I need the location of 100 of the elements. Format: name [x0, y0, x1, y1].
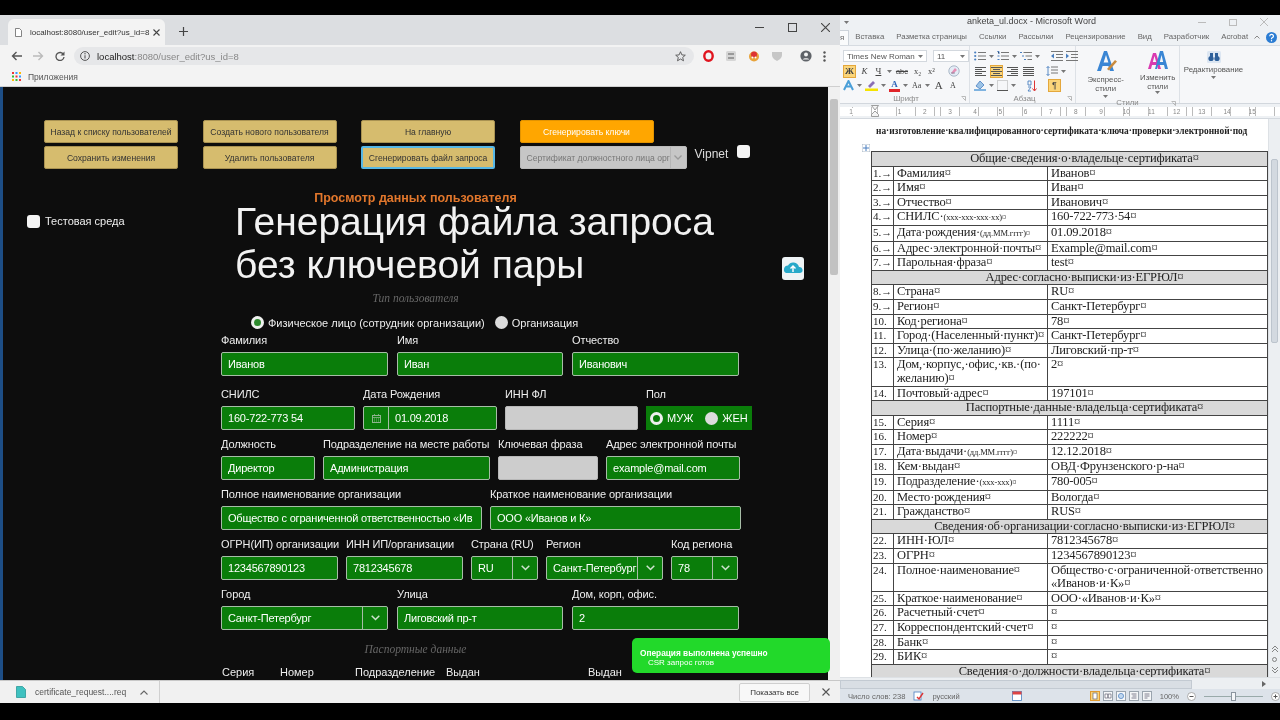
borders-icon[interactable] — [997, 80, 1008, 92]
superscript-button[interactable]: x² — [926, 64, 937, 78]
first-name-field[interactable]: Иван — [397, 352, 563, 376]
caret-up-icon[interactable] — [140, 689, 149, 695]
checkbox-icon[interactable] — [737, 145, 751, 158]
decrease-indent-icon[interactable] — [1051, 51, 1063, 62]
birth-date-field[interactable]: 01.09.2018 — [363, 406, 497, 430]
scrollbar-thumb[interactable] — [1271, 159, 1278, 343]
maximize-icon[interactable] — [788, 22, 797, 32]
radio-icon[interactable] — [494, 316, 508, 329]
country-select[interactable]: RU — [471, 556, 538, 580]
align-left-button[interactable] — [974, 64, 987, 78]
caret-down-icon[interactable] — [844, 20, 849, 24]
street-field[interactable]: Лиговский пр-т — [397, 606, 563, 630]
user-type-radio[interactable]: Физическое лицо (сотрудник организации) — [251, 316, 485, 329]
text-effects-icon[interactable] — [843, 80, 854, 92]
caret-down-icon[interactable] — [1011, 84, 1016, 88]
caret-down-icon[interactable] — [881, 84, 886, 88]
shading-icon[interactable] — [974, 80, 986, 92]
caret-down-icon[interactable] — [918, 54, 923, 58]
bold-button[interactable]: Ж — [843, 64, 856, 78]
action-button[interactable]: На главную — [361, 120, 495, 143]
action-button[interactable]: Назад к списку пользователей — [44, 120, 178, 143]
caret-down-icon[interactable] — [1155, 91, 1161, 94]
caret-down-icon[interactable] — [886, 69, 892, 73]
caret-down-icon[interactable] — [1061, 69, 1066, 73]
show-marks-button[interactable]: ¶ — [1048, 79, 1061, 93]
close-icon[interactable] — [153, 28, 160, 36]
reading-layout-icon[interactable] — [1102, 691, 1113, 701]
help-icon[interactable] — [1266, 31, 1278, 43]
caret-down-icon[interactable] — [1012, 54, 1017, 58]
radio-icon[interactable] — [251, 316, 264, 329]
region-code-select[interactable]: 78 — [671, 556, 738, 580]
info-icon[interactable] — [80, 51, 90, 61]
spelling-check-icon[interactable] — [913, 691, 925, 701]
caret-down-icon[interactable] — [903, 84, 908, 88]
font-color-button[interactable]: A — [889, 79, 900, 93]
browse-object-icon[interactable] — [1272, 657, 1277, 662]
department-field[interactable]: Администрация — [323, 456, 490, 480]
caret-down-icon[interactable] — [1211, 76, 1216, 79]
action-button[interactable]: Создать нового пользователя — [202, 120, 337, 143]
profile-icon[interactable] — [800, 50, 812, 62]
bullets-icon[interactable] — [974, 51, 986, 62]
caret-down-icon[interactable] — [857, 84, 862, 88]
caret-down-icon[interactable] — [960, 54, 965, 58]
star-icon[interactable] — [675, 50, 686, 62]
user-type-radio[interactable]: Организация — [494, 316, 579, 329]
cloud-icon[interactable] — [782, 257, 804, 280]
extension-icon[interactable] — [748, 50, 760, 62]
change-case-button[interactable]: Aa — [911, 79, 923, 93]
patronymic-field[interactable]: Иванович — [572, 352, 739, 376]
caret-up-icon[interactable] — [1254, 35, 1261, 39]
font-size-field[interactable]: 11 — [933, 50, 969, 63]
reload-icon[interactable] — [55, 51, 65, 61]
browse-up-icon[interactable] — [1271, 646, 1278, 652]
caret-down-icon[interactable] — [1035, 54, 1040, 58]
sort-icon[interactable] — [1027, 79, 1037, 92]
caret-down-icon[interactable] — [989, 54, 994, 58]
scrollbar[interactable] — [828, 87, 840, 680]
move-handle-icon[interactable] — [862, 144, 870, 152]
checkbox-icon[interactable] — [27, 214, 40, 228]
short-org-name-field[interactable]: ООО «Иванов и К» — [490, 506, 741, 530]
line-spacing-icon[interactable] — [1046, 66, 1058, 77]
eraser-icon[interactable] — [948, 65, 960, 78]
scrollbar[interactable] — [1268, 119, 1280, 677]
browser-tab[interactable]: localhost:8080/user_edit?us_id=8 — [8, 19, 165, 45]
ring-icon[interactable] — [703, 50, 714, 62]
radio-icon[interactable] — [650, 411, 663, 425]
close-icon[interactable] — [822, 688, 830, 696]
outline-view-icon[interactable] — [1128, 691, 1139, 701]
extension-icon[interactable] — [725, 50, 737, 62]
highlighter-icon[interactable] — [865, 80, 878, 92]
close-icon[interactable] — [821, 22, 830, 32]
scrollbar-thumb[interactable] — [830, 99, 838, 275]
bookmark-item[interactable]: Приложения — [12, 71, 78, 82]
shrink-font-button[interactable]: A — [947, 79, 959, 93]
ogrn-field[interactable]: 1234567890123 — [221, 556, 338, 580]
draft-view-icon[interactable] — [1141, 691, 1152, 701]
region-select[interactable]: Санкт-Петербург — [546, 556, 663, 580]
align-right-button[interactable] — [1006, 64, 1019, 78]
show-all-button[interactable]: Показать все — [739, 682, 810, 702]
numbering-icon[interactable] — [997, 51, 1009, 62]
browse-down-icon[interactable] — [1271, 667, 1278, 673]
web-layout-icon[interactable] — [1115, 691, 1126, 701]
action-button[interactable]: Сгенерировать файл запроса — [361, 146, 495, 169]
zoom-out-icon[interactable] — [1187, 691, 1197, 701]
slider-thumb[interactable] — [1231, 691, 1237, 701]
grow-font-button[interactable]: A — [933, 79, 945, 93]
zoom-in-icon[interactable] — [1271, 691, 1280, 701]
plus-icon[interactable] — [179, 27, 188, 36]
full-org-name-field[interactable]: Общество с ограниченной ответственностью «Ив — [221, 506, 482, 530]
italic-button[interactable]: К — [858, 64, 870, 78]
snils-field[interactable]: 160-722-773 54 — [221, 406, 355, 430]
vipnet-checkbox[interactable]: Vipnet — [694, 146, 751, 162]
action-button[interactable]: Удалить пользователя — [202, 146, 337, 169]
test-environment-checkbox[interactable]: Тестовая среда — [27, 214, 125, 228]
minimize-icon[interactable] — [755, 26, 764, 28]
caret-down-icon[interactable] — [1103, 95, 1109, 98]
house-field[interactable]: 2 — [572, 606, 739, 630]
radio-icon[interactable] — [705, 411, 719, 425]
